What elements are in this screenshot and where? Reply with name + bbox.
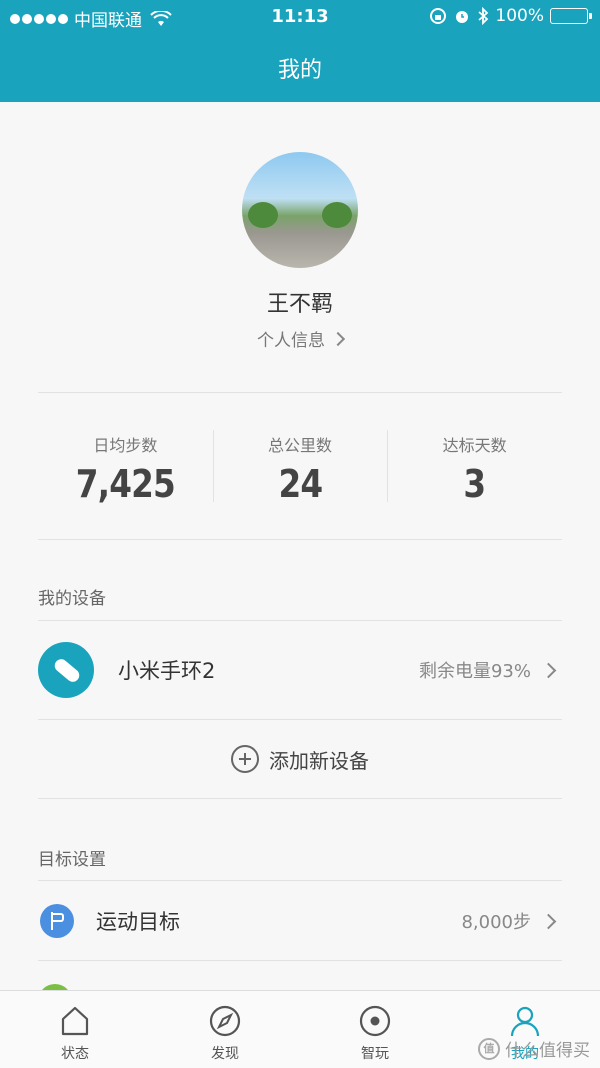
app-header: 中国联通 11:13 100% 我的 (0, 0, 600, 102)
band-icon (38, 642, 94, 698)
device-name: 小米手环2 (118, 659, 216, 683)
battery-percent: 100% (495, 6, 544, 26)
devices-section-title: 我的设备 (38, 589, 106, 609)
battery-icon (550, 8, 592, 24)
stat-value: 7,425 (75, 462, 176, 506)
goal-value: 8,000步 (461, 912, 531, 933)
divider (38, 392, 562, 393)
device-battery-status: 剩余电量93% (418, 661, 531, 682)
add-device-label: 添加新设备 (269, 748, 369, 773)
flag-icon (40, 904, 74, 938)
avatar-tree (248, 202, 278, 228)
divider (38, 539, 562, 540)
user-name: 王不羁 (266, 292, 333, 317)
stat-total-km: 总公里数 24 (212, 420, 388, 520)
chevron-right-icon (540, 662, 557, 678)
avatar-person (292, 180, 314, 250)
stat-label: 日均步数 (93, 436, 158, 455)
divider (38, 798, 562, 799)
status-right: 100% (429, 6, 592, 26)
watermark-logo-icon: 值 (478, 1037, 500, 1060)
target-icon (359, 1005, 391, 1037)
avatar-tree (322, 202, 352, 228)
tab-status[interactable]: 状态 (0, 991, 150, 1068)
status-bar: 中国联通 11:13 100% (0, 0, 600, 34)
tab-discover[interactable]: 发现 (150, 991, 300, 1068)
rotation-lock-icon (430, 8, 447, 24)
tab-label: 发现 (211, 1046, 239, 1062)
divider (38, 960, 562, 961)
goal-row-exercise[interactable]: 运动目标 8,000步 (38, 882, 562, 960)
device-row-mi-band[interactable]: 小米手环2 剩余电量93% (38, 621, 562, 719)
stat-daily-steps: 日均步数 7,425 (38, 420, 213, 520)
avatar[interactable] (242, 152, 358, 268)
goals-section-title: 目标设置 (38, 850, 106, 870)
goal-name: 运动目标 (96, 910, 180, 934)
tab-smart-play[interactable]: 智玩 (300, 991, 450, 1068)
stat-value: 24 (278, 462, 323, 506)
personal-info-link[interactable]: 个人信息 (257, 326, 346, 351)
chevron-right-icon (540, 913, 557, 929)
stat-label: 总公里数 (268, 436, 333, 455)
bluetooth-icon (478, 7, 489, 25)
alarm-icon (456, 11, 469, 23)
personal-info-label: 个人信息 (257, 331, 325, 351)
page-title: 我的 (277, 58, 322, 83)
tab-label: 智玩 (361, 1046, 389, 1062)
home-icon (61, 1006, 89, 1036)
stat-value: 3 (463, 462, 487, 506)
watermark: 值 什么值得买 (478, 1036, 590, 1061)
compass-icon (209, 1005, 241, 1037)
profile-icon (510, 1006, 540, 1037)
add-device-button[interactable]: 添加新设备 (38, 720, 562, 798)
plus-circle-icon (231, 745, 259, 773)
tab-label: 状态 (61, 1046, 89, 1062)
stats-row: 日均步数 7,425 总公里数 24 达标天数 3 (38, 420, 562, 520)
stat-goal-days: 达标天数 3 (387, 420, 562, 520)
profile-section: 王不羁 个人信息 (0, 152, 600, 351)
stat-label: 达标天数 (442, 436, 507, 455)
divider (38, 880, 562, 881)
watermark-text: 什么值得买 (505, 1041, 590, 1061)
chevron-right-icon (330, 331, 346, 346)
